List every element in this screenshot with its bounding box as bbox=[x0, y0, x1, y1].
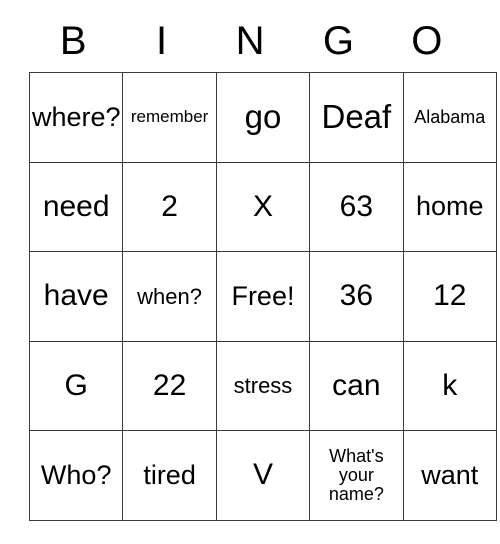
bingo-row: G 22 stress can k bbox=[28, 340, 497, 432]
bingo-cell-label: 12 bbox=[433, 279, 467, 313]
bingo-cell-label: when? bbox=[137, 283, 202, 309]
bingo-cell-label: want bbox=[421, 460, 479, 491]
bingo-cell-label: go bbox=[244, 98, 282, 136]
bingo-cell-label: where? bbox=[32, 101, 121, 132]
header-letter-i: I bbox=[156, 19, 168, 63]
bingo-cell[interactable]: G bbox=[28, 340, 124, 432]
bingo-cell-label: Free! bbox=[231, 280, 295, 311]
bingo-cell[interactable]: 12 bbox=[402, 251, 497, 342]
bingo-cell-label: 22 bbox=[152, 368, 187, 402]
bingo-cell-label: Deaf bbox=[321, 98, 392, 136]
bingo-cell-label: need bbox=[42, 189, 110, 223]
bingo-cell[interactable]: 2 bbox=[122, 161, 217, 253]
bingo-cell[interactable]: remember bbox=[122, 72, 217, 163]
bingo-cell-label: home bbox=[415, 191, 484, 222]
bingo-cell-label: remember bbox=[130, 107, 209, 127]
bingo-cell[interactable]: stress bbox=[215, 340, 311, 432]
bingo-card: B I N G O where? remember go Deaf Alabam… bbox=[28, 10, 497, 521]
bingo-cell-label: Who? bbox=[40, 460, 112, 491]
bingo-cell-label: 36 bbox=[339, 279, 374, 313]
header-letter-g: G bbox=[322, 19, 354, 63]
bingo-cell-label: stress bbox=[233, 373, 293, 399]
bingo-cell[interactable]: tired bbox=[122, 430, 217, 521]
bingo-cell[interactable]: 63 bbox=[309, 161, 404, 253]
bingo-cell[interactable]: where? bbox=[28, 72, 124, 163]
bingo-grid-body: where? remember go Deaf Alabama need 2 X… bbox=[28, 72, 497, 521]
bingo-cell[interactable]: k bbox=[402, 340, 497, 432]
bingo-cell[interactable]: 22 bbox=[122, 340, 217, 432]
bingo-row: where? remember go Deaf Alabama bbox=[28, 72, 497, 163]
header-letter-o: O bbox=[411, 19, 443, 63]
bingo-cell[interactable]: V bbox=[215, 430, 311, 521]
bingo-cell[interactable]: want bbox=[402, 430, 497, 521]
bingo-cell-label: G bbox=[64, 368, 88, 402]
bingo-row: need 2 X 63 home bbox=[28, 161, 497, 253]
bingo-cell-label: k bbox=[442, 368, 458, 402]
bingo-grid: where? remember go Deaf Alabama need 2 X… bbox=[28, 72, 497, 521]
bingo-cell[interactable]: 36 bbox=[309, 251, 404, 342]
bingo-cell[interactable]: X bbox=[215, 161, 311, 253]
bingo-cell-label: tired bbox=[143, 460, 196, 491]
bingo-cell-free[interactable]: Free! bbox=[215, 251, 311, 342]
bingo-cell-label: can bbox=[332, 368, 381, 402]
bingo-row: have when? Free! 36 12 bbox=[28, 251, 497, 342]
bingo-cell-label: What's your name? bbox=[328, 445, 384, 505]
bingo-cell[interactable]: home bbox=[402, 161, 497, 253]
header-letter-b: B bbox=[59, 19, 87, 63]
bingo-cell-label: 2 bbox=[161, 189, 178, 223]
bingo-cell-label: Alabama bbox=[414, 106, 486, 127]
bingo-cell[interactable]: What's your name? bbox=[309, 430, 404, 521]
bingo-row: Who? tired V What's your name? want bbox=[28, 430, 497, 521]
bingo-cell[interactable]: need bbox=[28, 161, 124, 253]
bingo-cell-label: 63 bbox=[339, 189, 374, 223]
bingo-cell[interactable]: can bbox=[309, 340, 404, 432]
bingo-header: B I N G O bbox=[29, 10, 471, 72]
bingo-cell[interactable]: when? bbox=[122, 251, 217, 342]
bingo-cell[interactable]: have bbox=[28, 251, 124, 342]
header-letter-n: N bbox=[235, 19, 265, 63]
bingo-cell-label: have bbox=[43, 279, 109, 313]
bingo-cell[interactable]: Who? bbox=[28, 430, 124, 521]
bingo-cell-label: V bbox=[252, 458, 273, 492]
bingo-cell[interactable]: Alabama bbox=[402, 72, 497, 163]
bingo-cell-label: X bbox=[252, 189, 273, 223]
bingo-cell[interactable]: go bbox=[215, 72, 311, 163]
bingo-cell[interactable]: Deaf bbox=[309, 72, 404, 163]
